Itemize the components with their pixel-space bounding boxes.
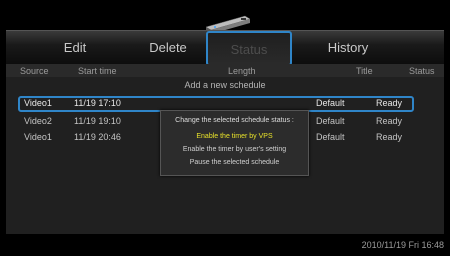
cell-status: Ready — [376, 116, 403, 126]
header-status: Status — [409, 66, 435, 76]
tab-bar: Edit Delete Status History — [6, 30, 444, 66]
header-start-time: Start time — [78, 66, 117, 76]
cell-status: Ready — [376, 132, 403, 142]
tab-edit[interactable]: Edit — [54, 37, 96, 59]
cell-title: Default — [316, 132, 345, 142]
datetime-display: 2010/11/19 Fri 16:48 — [361, 240, 444, 250]
tab-status[interactable]: Status — [206, 31, 292, 66]
cell-start-time: 11/19 19:10 — [74, 116, 121, 126]
cell-title: Default — [316, 98, 345, 108]
tab-delete[interactable]: Delete — [138, 37, 198, 59]
cell-start-time: 11/19 20:46 — [74, 132, 121, 142]
cell-source: Video1 — [24, 98, 52, 108]
add-schedule-item[interactable]: Add a new schedule — [6, 80, 444, 93]
cell-start-time: 11/19 17:10 — [74, 98, 121, 108]
option-enable-vps[interactable]: Enable the timer by VPS — [161, 133, 308, 140]
dialog-title: Change the selected schedule status : — [175, 117, 294, 124]
option-enable-user-setting[interactable]: Enable the timer by user's setting — [161, 146, 308, 153]
header-title: Title — [356, 66, 373, 76]
option-pause-schedule[interactable]: Pause the selected schedule — [161, 159, 308, 166]
cell-status: Ready — [376, 98, 403, 108]
header-length: Length — [228, 66, 256, 76]
status-change-dialog: Change the selected schedule status : En… — [160, 110, 309, 176]
cell-source: Video2 — [24, 116, 52, 126]
tab-history[interactable]: History — [318, 37, 378, 59]
table-header: Source Start time Length Title Status — [6, 64, 444, 77]
header-source: Source — [20, 66, 49, 76]
cell-title: Default — [316, 116, 345, 126]
cell-source: Video1 — [24, 132, 52, 142]
app-screen: Edit Delete Status History Source Start … — [0, 0, 450, 256]
